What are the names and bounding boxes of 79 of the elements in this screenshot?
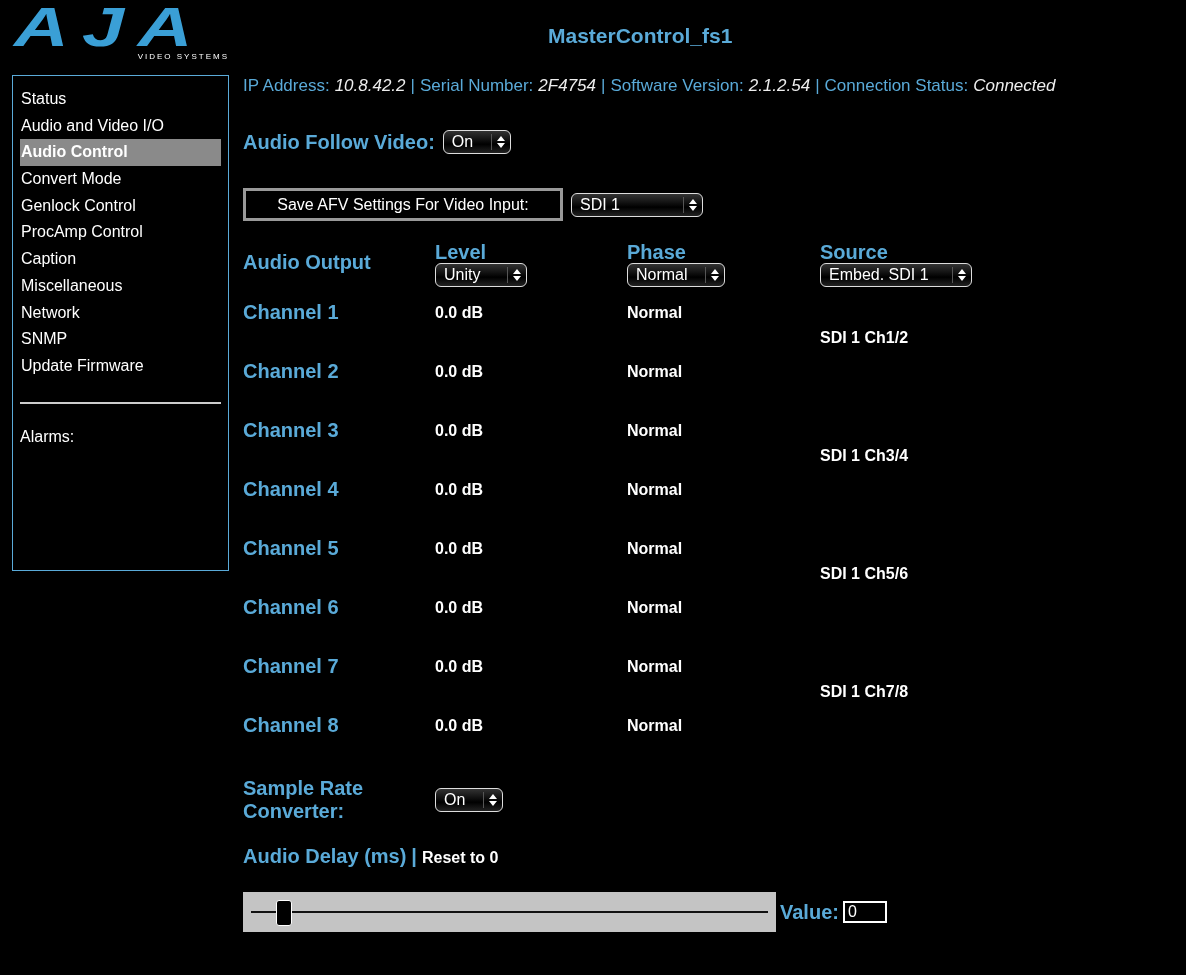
channel-name: Channel 6	[243, 596, 340, 620]
column-select[interactable]: Embed. SDI 1	[820, 263, 972, 287]
info-value: 2F4754	[538, 76, 596, 96]
separator: |	[411, 845, 417, 868]
field-label: Audio Follow Video:	[243, 130, 435, 154]
column-select[interactable]: Normal	[627, 263, 725, 287]
afv-select[interactable]: On	[442, 130, 511, 154]
stepper-icon	[490, 134, 506, 150]
sidebar-item[interactable]: ProcAmp Control	[20, 219, 221, 247]
stepper-icon	[483, 792, 498, 808]
alarms-label: Alarms:	[20, 427, 76, 446]
channel-phase: Normal	[627, 480, 684, 500]
separator: |	[601, 76, 606, 96]
channel-phase: Normal	[627, 421, 684, 441]
channel-level: 0.0 dB	[435, 421, 484, 441]
stepper-icon	[507, 267, 522, 283]
column-heading: Phase	[627, 241, 686, 263]
channel-source: SDI 1 Ch7/8	[820, 683, 909, 701]
field-label: Sample Rate Converter:	[243, 777, 365, 823]
channel-level: 0.0 dB	[435, 657, 484, 677]
stepper-icon	[952, 267, 967, 283]
sidebar-item[interactable]: Network	[20, 299, 221, 327]
channel-phase: Normal	[627, 657, 684, 677]
page-title: MasterControl_fs1	[547, 23, 733, 48]
channel-level: 0.0 dB	[435, 598, 484, 618]
channel-name: Channel 7	[243, 655, 340, 679]
column-heading: Source	[820, 241, 888, 263]
channel-name: Channel 8	[243, 714, 340, 738]
sidebar-item[interactable]: Status	[20, 86, 221, 113]
field-label: Audio Delay (ms)	[243, 845, 407, 868]
column-heading: Level	[435, 241, 487, 263]
channel-source: SDI 1 Ch3/4	[820, 447, 909, 465]
stepper-icon	[683, 196, 698, 213]
channel-phase: Normal	[627, 539, 684, 559]
info-value: 2.1.2.54	[748, 76, 811, 96]
logo-mark: AJA	[14, 4, 206, 50]
save-afv-button[interactable]: Save AFV Settings For Video Input:	[243, 188, 563, 221]
sidebar-item[interactable]: Genlock Control	[20, 192, 221, 220]
separator: |	[410, 76, 415, 96]
sidebar-item[interactable]: Convert Mode	[20, 166, 221, 193]
channel-phase: Normal	[627, 716, 684, 736]
channel-name: Channel 5	[243, 537, 340, 561]
logo-tagline: VIDEO SYSTEMS	[137, 52, 229, 61]
channel-phase: Normal	[627, 598, 684, 618]
section-label: Audio Output	[243, 251, 371, 274]
info-label: Serial Number:	[419, 76, 534, 96]
channel-name: Channel 1	[243, 301, 340, 325]
channel-name: Channel 4	[243, 478, 340, 502]
channel-phase: Normal	[627, 362, 684, 382]
src-select[interactable]: On	[435, 788, 503, 812]
info-label: Software Version:	[610, 76, 744, 96]
channel-source: SDI 1 Ch1/2	[820, 329, 909, 347]
channel-level: 0.0 dB	[435, 480, 484, 500]
sidebar-item[interactable]: Update Firmware	[20, 352, 221, 380]
channel-level: 0.0 dB	[435, 716, 484, 736]
channel-source: SDI 1 Ch5/6	[820, 565, 909, 583]
channel-name: Channel 3	[243, 419, 340, 443]
info-value: 10.8.42.2	[334, 76, 406, 96]
sidebar-item[interactable]: SNMP	[20, 326, 221, 353]
channel-level: 0.0 dB	[435, 539, 484, 559]
sidebar-item[interactable]: Audio and Video I/O	[20, 112, 221, 140]
stepper-icon	[705, 267, 720, 283]
value-label: Value:	[780, 900, 839, 924]
info-label: IP Address:	[243, 76, 330, 96]
channel-name: Channel 2	[243, 360, 340, 384]
column-select[interactable]: Unity	[435, 263, 527, 287]
info-label: Connection Status:	[824, 76, 969, 96]
separator: |	[815, 76, 820, 96]
info-value: Connected	[973, 76, 1056, 96]
slider-thumb[interactable]	[275, 900, 292, 926]
channel-level: 0.0 dB	[435, 303, 484, 323]
value-field[interactable]: 0	[842, 901, 887, 923]
sidebar-item[interactable]: Caption	[20, 246, 221, 273]
channel-level: 0.0 dB	[435, 362, 484, 382]
reset-link[interactable]: Reset to 0	[421, 849, 499, 867]
channel-phase: Normal	[627, 303, 684, 323]
delay-slider[interactable]	[243, 892, 776, 932]
video-input-select[interactable]: SDI 1	[571, 192, 703, 217]
sidebar-item[interactable]: Miscellaneous	[20, 272, 221, 300]
